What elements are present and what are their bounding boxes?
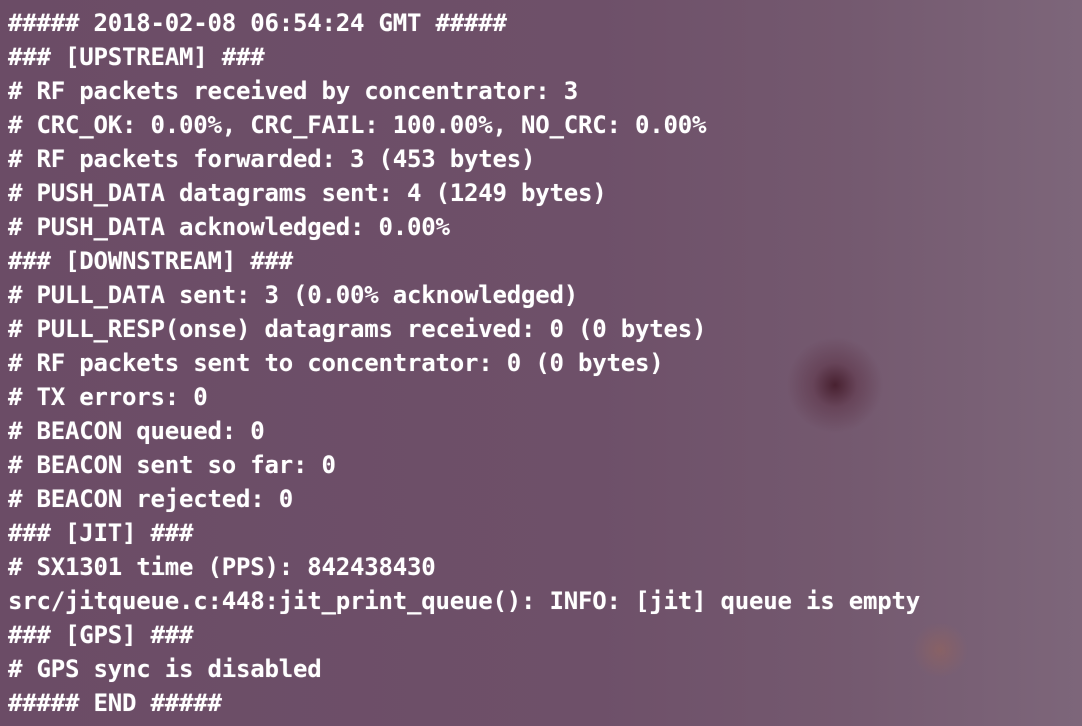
terminal-line: ### [DOWNSTREAM] ###: [8, 247, 293, 275]
terminal-line: src/jitqueue.c:448:jit_print_queue(): IN…: [8, 587, 920, 615]
terminal-line: # RF packets forwarded: 3 (453 bytes): [8, 145, 536, 173]
terminal-line: # BEACON rejected: 0: [8, 485, 293, 513]
terminal-line: # GPS sync is disabled: [8, 655, 322, 683]
terminal-output: ##### 2018-02-08 06:54:24 GMT ##### ### …: [8, 6, 920, 720]
terminal-line: ### [JIT] ###: [8, 519, 194, 547]
terminal-line: # BEACON queued: 0: [8, 417, 265, 445]
terminal-line: # RF packets received by concentrator: 3: [8, 77, 578, 105]
terminal-line: # TX errors: 0: [8, 383, 208, 411]
terminal-line: # PULL_RESP(onse) datagrams received: 0 …: [8, 315, 707, 343]
terminal-line: # BEACON sent so far: 0: [8, 451, 336, 479]
terminal-line: ### [UPSTREAM] ###: [8, 43, 265, 71]
terminal-line: # PULL_DATA sent: 3 (0.00% acknowledged): [8, 281, 578, 309]
terminal-line: # PUSH_DATA acknowledged: 0.00%: [8, 213, 450, 241]
terminal-line: ### [GPS] ###: [8, 621, 194, 649]
terminal-line: # PUSH_DATA datagrams sent: 4 (1249 byte…: [8, 179, 607, 207]
terminal-line: # CRC_OK: 0.00%, CRC_FAIL: 100.00%, NO_C…: [8, 111, 707, 139]
terminal-line: # RF packets sent to concentrator: 0 (0 …: [8, 349, 664, 377]
terminal-line: ##### 2018-02-08 06:54:24 GMT #####: [8, 9, 507, 37]
terminal-line: ##### END #####: [8, 689, 222, 717]
terminal-line: # SX1301 time (PPS): 842438430: [8, 553, 436, 581]
